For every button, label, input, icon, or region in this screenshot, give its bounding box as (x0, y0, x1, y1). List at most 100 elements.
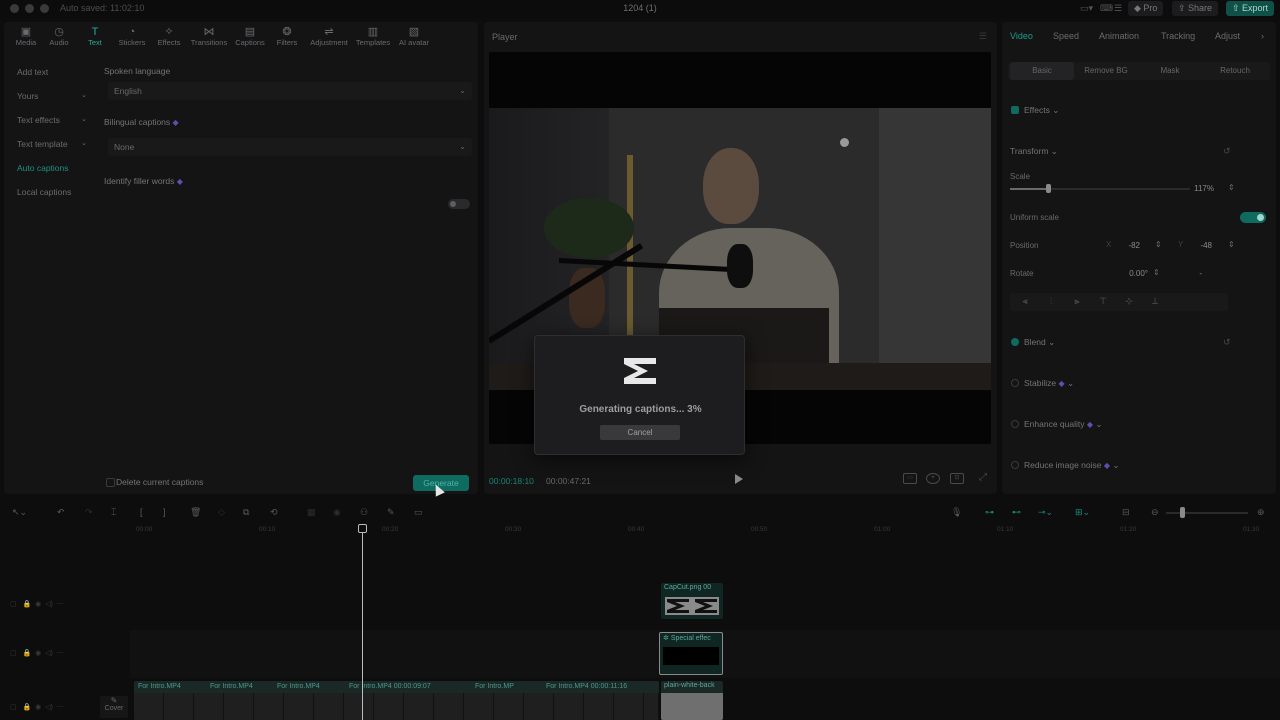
stabilize-section[interactable]: Stabilize ◆ ⌄ (1024, 378, 1074, 389)
stepper-icon[interactable]: ⇕ (1228, 240, 1235, 249)
blend-checkbox[interactable] (1011, 338, 1019, 346)
position-y-value[interactable]: -48 (1186, 241, 1212, 250)
pro-button[interactable]: ◆ Pro (1128, 1, 1164, 16)
toolbar-templates[interactable]: ▥ Templates (351, 26, 395, 47)
keyboard-icon[interactable]: ⌨ (1100, 3, 1113, 14)
tab-speed[interactable]: Speed (1053, 31, 1079, 41)
tab-tracking[interactable]: Tracking (1161, 31, 1195, 41)
zoom-out-icon[interactable]: ⊖ (1151, 507, 1159, 518)
scale-slider-handle[interactable] (1046, 184, 1051, 193)
position-x-value[interactable]: -82 (1114, 241, 1140, 250)
lock-icon[interactable]: 🔒 (22, 650, 31, 657)
trim-left-icon[interactable]: [ (140, 507, 143, 517)
redo-icon[interactable]: ↷ (85, 507, 93, 518)
settings-icon[interactable]: ☰ (1114, 3, 1122, 14)
linkage-icon[interactable]: ⊸⌄ (1038, 507, 1053, 518)
align-bottom-icon[interactable]: ⊥ (1148, 296, 1162, 307)
reverse-icon[interactable]: ◉ (333, 507, 341, 518)
zoom-in-icon[interactable]: ⊕ (1257, 507, 1265, 518)
transform-section[interactable]: Transform ⌄ (1010, 146, 1058, 157)
marker-icon[interactable]: ◇ (218, 507, 225, 518)
subtab-retouch[interactable]: Retouch (1202, 62, 1268, 80)
effects-checkbox[interactable] (1011, 106, 1019, 114)
sidenav-item-yours[interactable]: Yours ⌄ (12, 86, 92, 106)
timeline-zoom-slider[interactable] (1166, 512, 1248, 514)
track-select-icon[interactable]: ▢ (10, 650, 17, 657)
share-button[interactable]: ⇪ Share (1172, 1, 1219, 16)
split-icon[interactable]: ⌶ (111, 507, 116, 518)
toolbar-ai-avatar[interactable]: ▧ AI avatar (392, 26, 436, 47)
chevron-right-icon[interactable]: › (1261, 31, 1264, 41)
reduce-noise-section[interactable]: Reduce image noise ◆ ⌄ (1024, 460, 1120, 471)
cover-button[interactable]: ✎ Cover (100, 696, 128, 718)
fullscreen-icon[interactable]: ⤢ (976, 473, 990, 484)
preview-axis-icon[interactable]: ⊞⌄ (1075, 507, 1090, 518)
eye-icon[interactable]: ◉ (35, 601, 41, 608)
timeline-zoom-handle[interactable] (1180, 507, 1185, 518)
eye-icon[interactable]: ◉ (35, 704, 41, 711)
overlay-clip-capcut[interactable]: CapCut.png 00 (661, 583, 723, 619)
eye-icon[interactable]: ◉ (35, 650, 41, 657)
delete-captions-checkbox[interactable] (106, 478, 115, 487)
white-background-clip[interactable]: plain-white-back (661, 681, 723, 720)
speaker-icon[interactable]: ◁) (45, 704, 53, 711)
sidenav-item-auto-captions[interactable]: Auto captions (12, 158, 92, 178)
toolbar-filters[interactable]: ❂ Filters (265, 26, 309, 47)
ratio-icon[interactable]: ⊡ (950, 473, 964, 484)
more-icon[interactable]: ⋯ (57, 650, 64, 657)
toolbar-transitions[interactable]: ⋈ Transitions (187, 26, 231, 47)
toolbar-effects[interactable]: ✧ Effects (147, 26, 191, 47)
sidenav-item-add-text[interactable]: Add text (12, 62, 92, 82)
align-center-icon[interactable]: ⫶ (1044, 296, 1058, 307)
tab-animation[interactable]: Animation (1099, 31, 1139, 41)
track-select-icon[interactable]: ▢ (10, 704, 17, 711)
reset-icon[interactable]: ↺ (1223, 146, 1231, 157)
reduce-noise-checkbox[interactable] (1011, 461, 1019, 469)
magnet-icon[interactable]: ⊷ (1012, 507, 1021, 518)
sidenav-item-text-effects[interactable]: Text effects ⌄ (12, 110, 92, 130)
stepper-icon[interactable]: ⇕ (1153, 268, 1160, 277)
stepper-icon[interactable]: ⇕ (1228, 183, 1235, 192)
timeline-ruler[interactable]: 00:00 00:10 00:20 00:30 00:40 00:50 01:0… (136, 526, 1280, 538)
toolbar-adjustment[interactable]: ⇌ Adjustment (307, 26, 351, 47)
zoom-icon[interactable]: ⌖ (926, 473, 940, 484)
align-right-icon[interactable]: ⫸ (1070, 296, 1084, 307)
bilingual-captions-select[interactable]: None ⌄ (108, 138, 472, 156)
align-top-icon[interactable]: ⊤ (1096, 296, 1110, 307)
select-tool-icon[interactable]: ↖⌄ (12, 507, 27, 518)
subtab-basic[interactable]: Basic (1010, 62, 1074, 80)
tab-adjust[interactable]: Adjust (1215, 31, 1240, 41)
rotate-value[interactable]: 0.00° (1102, 269, 1148, 278)
undo-icon[interactable]: ↶ (57, 507, 65, 518)
subtab-remove-bg[interactable]: Remove BG (1074, 62, 1138, 80)
sidenav-item-text-template[interactable]: Text template ⌄ (12, 134, 92, 154)
stepper-icon[interactable]: ⇕ (1155, 240, 1162, 249)
scale-value[interactable]: 117% (1182, 184, 1214, 193)
lock-icon[interactable]: 🔒 (22, 704, 31, 711)
subtitle-icon[interactable]: ▭ (414, 507, 423, 518)
export-button[interactable]: ⇧ Export (1226, 1, 1275, 16)
align-left-icon[interactable]: ⫷ (1018, 296, 1032, 307)
track-select-icon[interactable]: ▢ (10, 601, 17, 608)
playhead-handle[interactable] (358, 524, 367, 533)
trim-right-icon[interactable]: ] (163, 507, 166, 517)
playhead[interactable] (362, 524, 363, 720)
freeze-icon[interactable]: ▦ (307, 507, 316, 518)
menu-icon[interactable]: ☰ (979, 31, 987, 42)
effects-section[interactable]: Effects ⌄ (1024, 105, 1059, 116)
layout-icon[interactable]: ▭▾ (1080, 3, 1093, 14)
cancel-button[interactable]: Cancel (600, 425, 680, 440)
auto-reframe-icon[interactable]: ✎ (387, 507, 395, 518)
rotate-extra[interactable]: - (1192, 269, 1202, 278)
filler-words-toggle[interactable] (448, 199, 470, 209)
more-icon[interactable]: ⋯ (57, 601, 64, 608)
play-icon[interactable] (735, 474, 743, 484)
delete-icon[interactable]: 🗑 (190, 507, 201, 518)
mirror-icon[interactable]: ⟲ (270, 507, 278, 518)
crop-icon[interactable]: ⧉ (243, 507, 249, 518)
enhance-quality-section[interactable]: Enhance quality ◆ ⌄ (1024, 419, 1103, 430)
tab-video[interactable]: Video (1010, 31, 1033, 41)
stabilize-checkbox[interactable] (1011, 379, 1019, 387)
uniform-scale-toggle[interactable] (1240, 212, 1266, 223)
blend-section[interactable]: Blend ⌄ (1024, 337, 1055, 348)
